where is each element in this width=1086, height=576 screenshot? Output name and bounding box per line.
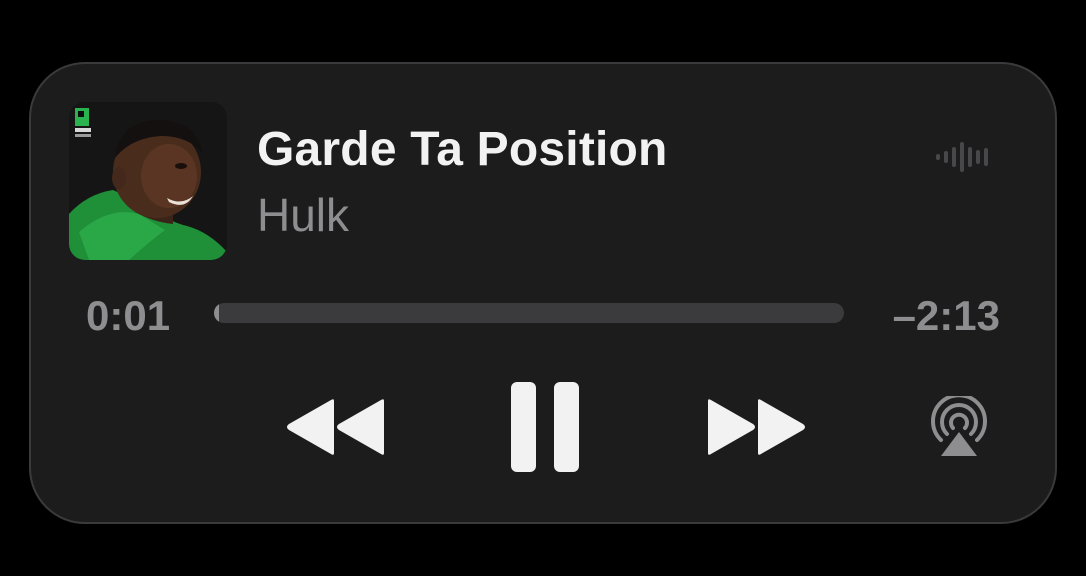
rewind-button[interactable] xyxy=(285,398,387,456)
remaining-time: –2:13 xyxy=(892,292,1000,339)
forward-icon xyxy=(708,399,805,455)
airplay-button[interactable] xyxy=(927,393,991,458)
progress-fill xyxy=(214,303,220,323)
pause-icon xyxy=(511,382,579,472)
forward-button[interactable] xyxy=(705,398,807,456)
album-artwork[interactable] xyxy=(69,102,227,260)
track-artist[interactable]: Hulk xyxy=(257,188,349,242)
track-title: Garde Ta Position xyxy=(257,123,668,176)
waveform-icon xyxy=(936,142,988,172)
album-art-image xyxy=(69,102,227,260)
pause-button[interactable] xyxy=(509,380,581,474)
elapsed-time: 0:01 xyxy=(86,292,171,339)
now-playing-widget: Garde Ta Position Hulk 0:01 –2:13 xyxy=(29,62,1057,524)
airplay-icon xyxy=(931,393,987,456)
progress-scrubber[interactable] xyxy=(214,303,844,323)
backward-icon xyxy=(287,399,384,455)
